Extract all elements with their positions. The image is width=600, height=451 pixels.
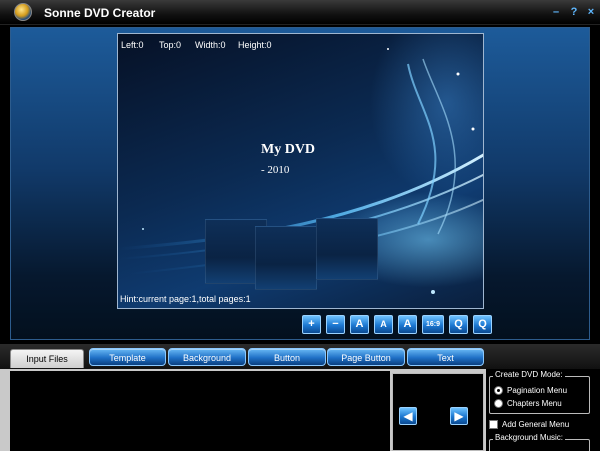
height-readout: Height:0: [238, 40, 272, 50]
pagination-menu-option[interactable]: Pagination Menu: [494, 386, 567, 395]
tab-input-files[interactable]: Input Files: [10, 349, 84, 368]
app-logo-icon: [14, 3, 32, 21]
page-navigator: ◀ ▶: [392, 373, 484, 451]
width-readout: Width:0: [195, 40, 226, 50]
radio-unselected-icon[interactable]: [494, 399, 503, 408]
pagination-menu-label: Pagination Menu: [507, 386, 568, 395]
create-dvd-mode-group: Create DVD Mode: Pagination Menu Chapter…: [489, 370, 590, 414]
help-button[interactable]: ?: [567, 5, 581, 19]
background-music-legend: Background Music:: [493, 433, 566, 442]
radio-selected-icon[interactable]: [494, 386, 503, 395]
zoom-out-icon[interactable]: Q: [473, 315, 492, 334]
checkbox-icon[interactable]: [489, 420, 498, 429]
add-general-menu-option[interactable]: Add General Menu: [489, 420, 569, 429]
chapters-menu-label: Chapters Menu: [507, 399, 562, 408]
close-button[interactable]: ×: [584, 5, 598, 19]
add-general-menu-label: Add General Menu: [502, 420, 570, 429]
zoom-in-icon[interactable]: Q: [449, 315, 468, 334]
tab-template[interactable]: Template: [89, 348, 166, 366]
menu-subtitle-text[interactable]: - 2010: [261, 164, 289, 176]
page-hint: Hint:current page:1,total pages:1: [120, 294, 251, 304]
title-bar: Sonne DVD Creator – ? ×: [0, 0, 600, 25]
create-dvd-mode-legend: Create DVD Mode:: [493, 370, 565, 379]
font-larger-icon[interactable]: A: [350, 315, 369, 334]
tab-bar: Input Files Template Background Button P…: [0, 344, 600, 369]
top-readout: Top:0: [159, 40, 182, 50]
menu-preview[interactable]: Left:0 Top:0 Width:0 Height:0 My DVD - 2…: [117, 33, 484, 309]
tab-text[interactable]: Text: [407, 348, 484, 366]
tab-button[interactable]: Button: [248, 348, 326, 366]
tab-page-button[interactable]: Page Button: [327, 348, 405, 366]
next-page-button[interactable]: ▶: [450, 407, 468, 425]
minimize-button[interactable]: –: [549, 5, 563, 19]
preview-toolbar: + − A A A 16:9 Q Q: [302, 315, 492, 334]
app-title: Sonne DVD Creator: [44, 6, 156, 20]
menu-button-thumbnail[interactable]: [316, 218, 378, 280]
add-icon[interactable]: +: [302, 315, 321, 334]
input-files-list[interactable]: [10, 371, 390, 451]
background-music-group: Background Music:: [489, 433, 590, 451]
previous-page-button[interactable]: ◀: [399, 407, 417, 425]
font-smaller-icon[interactable]: A: [374, 315, 393, 334]
chapters-menu-option[interactable]: Chapters Menu: [494, 399, 562, 408]
remove-icon[interactable]: −: [326, 315, 345, 334]
tab-background[interactable]: Background: [168, 348, 246, 366]
menu-button-thumbnail[interactable]: [255, 226, 317, 290]
menu-title-text[interactable]: My DVD: [261, 142, 315, 158]
left-readout: Left:0: [121, 40, 144, 50]
color-icon[interactable]: A: [398, 315, 417, 334]
options-panel: Create DVD Mode: Pagination Menu Chapter…: [486, 369, 600, 451]
aspect-ratio-icon[interactable]: 16:9: [422, 315, 444, 334]
